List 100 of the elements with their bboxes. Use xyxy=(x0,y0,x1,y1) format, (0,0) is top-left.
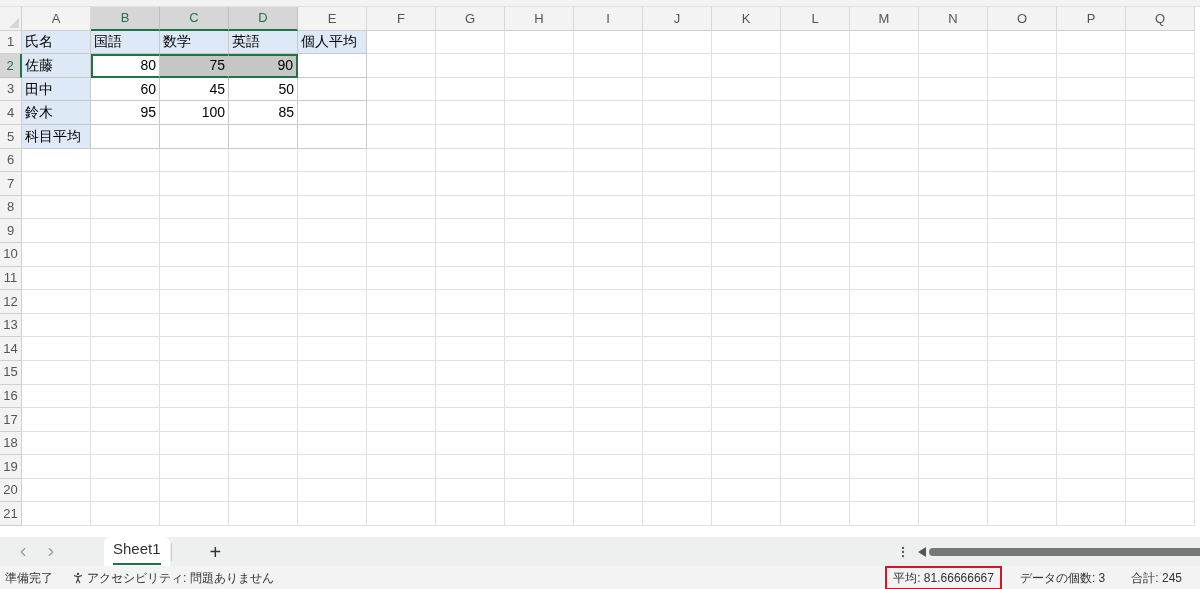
empty-cell[interactable] xyxy=(574,195,643,220)
empty-cell[interactable] xyxy=(712,172,781,196)
empty-cell[interactable] xyxy=(505,219,574,243)
empty-cell[interactable] xyxy=(91,478,160,503)
empty-cell[interactable] xyxy=(160,431,229,456)
empty-cell[interactable] xyxy=(712,313,781,338)
table-cell[interactable]: 50 xyxy=(229,77,298,102)
column-header[interactable]: O xyxy=(988,7,1057,31)
column-header[interactable]: A xyxy=(22,7,91,31)
empty-cell[interactable] xyxy=(367,360,436,385)
empty-cell[interactable] xyxy=(1126,455,1195,479)
empty-cell[interactable] xyxy=(988,195,1057,220)
row-header[interactable]: 19 xyxy=(0,455,22,479)
empty-cell[interactable] xyxy=(229,219,298,243)
empty-cell[interactable] xyxy=(1126,195,1195,220)
empty-cell[interactable] xyxy=(436,502,505,527)
empty-cell[interactable] xyxy=(229,408,298,432)
empty-cell[interactable] xyxy=(367,431,436,456)
table-cell[interactable]: 90 xyxy=(229,54,298,78)
empty-cell[interactable] xyxy=(919,266,988,291)
empty-cell[interactable] xyxy=(850,77,919,102)
empty-cell[interactable] xyxy=(574,77,643,102)
status-statistic[interactable]: データの個数: 3 xyxy=(1011,565,1114,589)
empty-cell[interactable] xyxy=(1126,337,1195,361)
empty-cell[interactable] xyxy=(229,172,298,196)
empty-cell[interactable] xyxy=(298,502,367,527)
empty-cell[interactable] xyxy=(643,384,712,409)
empty-cell[interactable] xyxy=(988,30,1057,55)
empty-cell[interactable] xyxy=(229,337,298,361)
accessibility-icon[interactable] xyxy=(71,570,85,585)
empty-cell[interactable] xyxy=(91,360,160,385)
empty-cell[interactable] xyxy=(643,77,712,102)
empty-cell[interactable] xyxy=(505,266,574,291)
table-cell[interactable]: 85 xyxy=(229,101,298,125)
empty-cell[interactable] xyxy=(160,172,229,196)
empty-cell[interactable] xyxy=(436,124,505,149)
table-cell[interactable]: 英語 xyxy=(229,30,298,55)
empty-cell[interactable] xyxy=(574,313,643,338)
empty-cell[interactable] xyxy=(988,313,1057,338)
empty-cell[interactable] xyxy=(1126,77,1195,102)
empty-cell[interactable] xyxy=(712,384,781,409)
empty-cell[interactable] xyxy=(160,384,229,409)
empty-cell[interactable] xyxy=(505,360,574,385)
empty-cell[interactable] xyxy=(574,172,643,196)
empty-cell[interactable] xyxy=(229,360,298,385)
empty-cell[interactable] xyxy=(91,242,160,267)
empty-cell[interactable] xyxy=(919,77,988,102)
empty-cell[interactable] xyxy=(574,266,643,291)
empty-cell[interactable] xyxy=(988,148,1057,173)
empty-cell[interactable] xyxy=(781,337,850,361)
empty-cell[interactable] xyxy=(505,195,574,220)
empty-cell[interactable] xyxy=(1057,242,1126,267)
empty-cell[interactable] xyxy=(367,384,436,409)
empty-cell[interactable] xyxy=(505,313,574,338)
empty-cell[interactable] xyxy=(919,431,988,456)
row-header[interactable]: 20 xyxy=(0,478,22,503)
empty-cell[interactable] xyxy=(850,54,919,78)
empty-cell[interactable] xyxy=(574,408,643,432)
add-sheet-button[interactable]: + xyxy=(209,541,222,562)
empty-cell[interactable] xyxy=(160,313,229,338)
column-header[interactable]: L xyxy=(781,7,850,31)
empty-cell[interactable] xyxy=(1057,290,1126,314)
empty-cell[interactable] xyxy=(712,148,781,173)
horizontal-scrollbar[interactable] xyxy=(918,545,1200,558)
column-header[interactable]: B xyxy=(91,7,160,31)
column-header[interactable]: N xyxy=(919,7,988,31)
empty-cell[interactable] xyxy=(781,242,850,267)
empty-cell[interactable] xyxy=(850,148,919,173)
empty-cell[interactable] xyxy=(643,408,712,432)
column-header[interactable]: I xyxy=(574,7,643,31)
empty-cell[interactable] xyxy=(367,408,436,432)
empty-cell[interactable] xyxy=(91,455,160,479)
empty-cell[interactable] xyxy=(160,337,229,361)
empty-cell[interactable] xyxy=(436,313,505,338)
row-header[interactable]: 13 xyxy=(0,313,22,338)
empty-cell[interactable] xyxy=(781,148,850,173)
table-cell[interactable]: 氏名 xyxy=(22,30,91,55)
column-header[interactable]: K xyxy=(712,7,781,31)
empty-cell[interactable] xyxy=(919,219,988,243)
empty-cell[interactable] xyxy=(643,124,712,149)
empty-cell[interactable] xyxy=(91,148,160,173)
empty-cell[interactable] xyxy=(436,77,505,102)
empty-cell[interactable] xyxy=(1057,502,1126,527)
empty-cell[interactable] xyxy=(1057,337,1126,361)
empty-cell[interactable] xyxy=(919,360,988,385)
empty-cell[interactable] xyxy=(505,455,574,479)
empty-cell[interactable] xyxy=(1126,219,1195,243)
empty-cell[interactable] xyxy=(850,337,919,361)
empty-cell[interactable] xyxy=(367,172,436,196)
empty-cell[interactable] xyxy=(781,313,850,338)
empty-cell[interactable] xyxy=(367,290,436,314)
empty-cell[interactable] xyxy=(850,242,919,267)
empty-cell[interactable] xyxy=(436,478,505,503)
empty-cell[interactable] xyxy=(574,360,643,385)
empty-cell[interactable] xyxy=(1057,431,1126,456)
empty-cell[interactable] xyxy=(298,360,367,385)
empty-cell[interactable] xyxy=(781,384,850,409)
empty-cell[interactable] xyxy=(919,290,988,314)
empty-cell[interactable] xyxy=(91,219,160,243)
empty-cell[interactable] xyxy=(643,455,712,479)
